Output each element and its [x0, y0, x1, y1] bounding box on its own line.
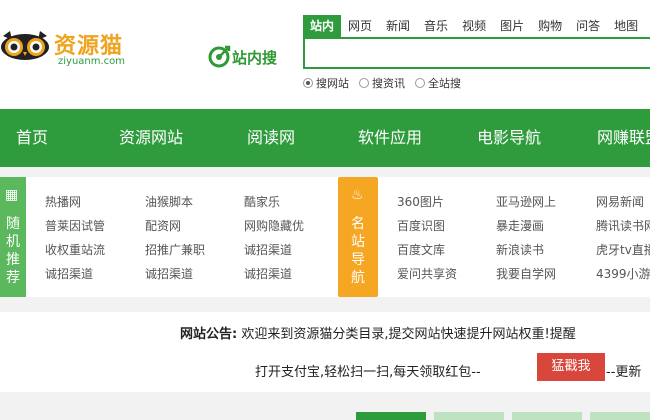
alipay-text: 打开支付宝,轻松扫一扫,每天领取红包--: [255, 365, 481, 380]
recommend-link[interactable]: 油猴脚本: [145, 193, 193, 210]
bottom-tab-2[interactable]: [434, 412, 504, 420]
owl-logo-icon: [1, 31, 49, 60]
recommend-link[interactable]: 诚招渠道: [244, 265, 292, 282]
nav-item-movies[interactable]: 电影导航: [477, 109, 541, 167]
search-tab[interactable]: 新闻: [379, 15, 417, 37]
famous-site-link[interactable]: 虎牙tv直播: [596, 241, 650, 258]
search-tabs: 站内 网页 新闻 音乐 视频 图片 购物 问答 地图: [303, 15, 645, 37]
notice-label: 网站公告:: [180, 327, 238, 342]
zhannei-label: 站内搜: [232, 49, 278, 67]
search-tab[interactable]: 视频: [455, 15, 493, 37]
search-scope-option[interactable]: 搜资讯: [359, 75, 405, 91]
header: 资源猫 ziyuanm.com 站内搜 站内 网页 新闻 音乐 视频 图片 购物 问答 地图 搜…: [0, 0, 650, 109]
search-tab[interactable]: 购物: [531, 15, 569, 37]
famous-site-link[interactable]: 网易新闻: [596, 193, 644, 210]
nav-item-affiliate[interactable]: 网赚联盟: [597, 109, 650, 167]
recommend-link[interactable]: 招推广兼职: [145, 241, 205, 258]
bottom-tab-1[interactable]: [356, 412, 426, 420]
search-tab[interactable]: 图片: [493, 15, 531, 37]
radio-label: 全站搜: [428, 77, 461, 90]
famous-site-link[interactable]: 我要自学网: [496, 265, 556, 282]
bottom-tab-3[interactable]: [512, 412, 582, 420]
nav-item-home[interactable]: 首页: [16, 109, 48, 167]
logo[interactable]: 资源猫 ziyuanm.com: [0, 24, 140, 70]
recommend-link[interactable]: 诚招渠道: [145, 265, 193, 282]
search-scope-option[interactable]: 搜网站: [303, 75, 349, 91]
random-recommend-label: 随机推荐: [6, 216, 20, 286]
famous-sites-badge: ♨ 名站导航: [338, 177, 378, 297]
famous-site-link[interactable]: 暴走漫画: [496, 217, 544, 234]
redpack-button[interactable]: 猛戳我: [537, 353, 605, 381]
recommend-link[interactable]: 诚招渠道: [244, 241, 292, 258]
search-tab[interactable]: 问答: [569, 15, 607, 37]
famous-site-link[interactable]: 亚马逊网上: [496, 193, 556, 210]
recommend-link[interactable]: 诚招渠道: [45, 265, 93, 282]
recommend-link[interactable]: 酷家乐: [244, 193, 280, 210]
famous-site-link[interactable]: 4399小游: [596, 265, 650, 282]
search-tab[interactable]: 网页: [341, 15, 379, 37]
famous-site-link[interactable]: 爱问共享资: [397, 265, 457, 282]
grid-icon: ▦: [5, 187, 19, 203]
notice-text: 欢迎来到资源猫分类目录,提交网站快速提升网站权重!提醒: [241, 327, 576, 342]
search-tab[interactable]: 站内: [303, 15, 342, 37]
logo-domain: ziyuanm.com: [58, 56, 126, 67]
famous-site-link[interactable]: 360图片: [397, 193, 444, 210]
random-recommend-badge: ▦ 随机推荐: [0, 177, 26, 297]
radio-button[interactable]: [415, 78, 425, 88]
search-scope-option[interactable]: 全站搜: [415, 75, 461, 91]
famous-site-link[interactable]: 腾讯读书网: [596, 217, 650, 234]
bottom-tab-4[interactable]: [590, 412, 650, 420]
radio-label: 搜资讯: [372, 77, 405, 90]
radio-label: 搜网站: [316, 77, 349, 90]
nav-item-reading[interactable]: 阅读网: [247, 109, 295, 167]
search-tab[interactable]: 地图: [607, 15, 645, 37]
target-icon: [208, 45, 231, 68]
nav-item-software[interactable]: 软件应用: [358, 109, 422, 167]
update-text: --更新: [606, 365, 642, 380]
recommend-link[interactable]: 热播网: [45, 193, 81, 210]
main-nav: 首页 资源网站 阅读网 软件应用 电影导航 网赚联盟: [0, 109, 650, 167]
recommend-link[interactable]: 收权重站流: [45, 241, 105, 258]
recommend-link[interactable]: 网购隐藏优: [244, 217, 304, 234]
recommend-link[interactable]: 配资网: [145, 217, 181, 234]
page: 资源猫 ziyuanm.com 站内搜 站内 网页 新闻 音乐 视频 图片 购物 问答 地图 搜…: [0, 0, 650, 420]
famous-site-link[interactable]: 新浪读书: [496, 241, 544, 258]
search-tab[interactable]: 音乐: [417, 15, 455, 37]
notice-line: 网站公告: 欢迎来到资源猫分类目录,提交网站快速提升网站权重!提醒: [180, 323, 576, 342]
famous-site-link[interactable]: 百度文库: [397, 241, 445, 258]
radio-button[interactable]: [303, 78, 313, 88]
radio-button[interactable]: [359, 78, 369, 88]
famous-site-link[interactable]: 百度识图: [397, 217, 445, 234]
search-input[interactable]: [303, 37, 650, 69]
search-scope-radios: 搜网站 搜资讯 全站搜: [303, 75, 471, 91]
flame-icon: ♨: [351, 187, 364, 203]
famous-sites-label: 名站导航: [351, 216, 365, 286]
recommend-link[interactable]: 普莱因试管: [45, 217, 105, 234]
nav-item-resource-sites[interactable]: 资源网站: [119, 109, 183, 167]
